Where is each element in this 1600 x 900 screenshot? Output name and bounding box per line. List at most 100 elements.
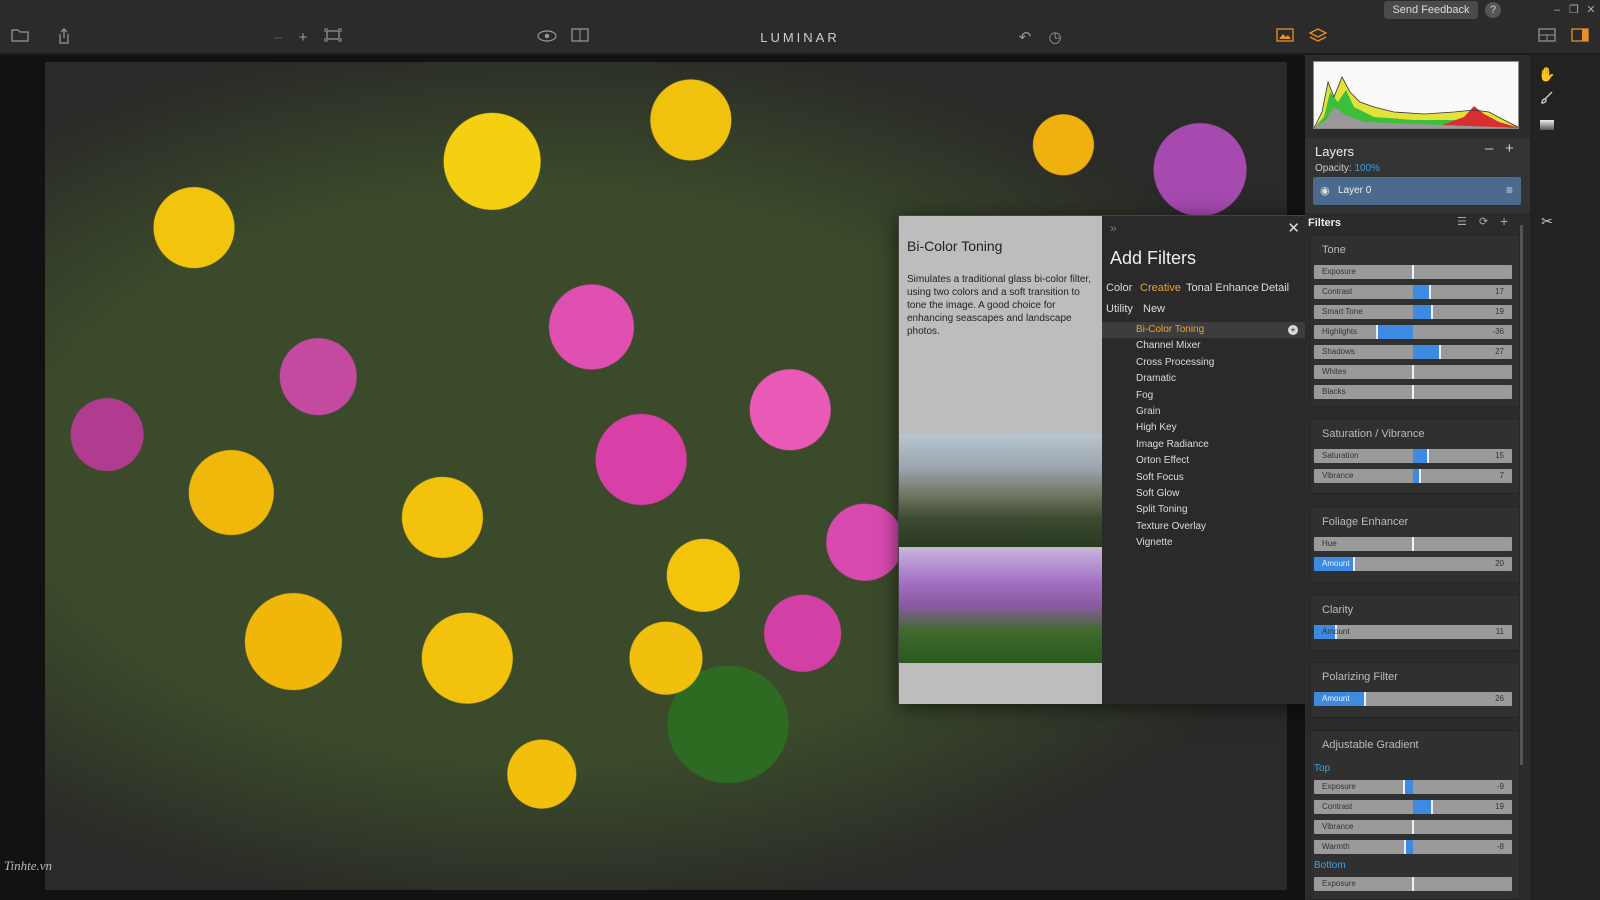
filter-item[interactable]: Dramatic [1102,371,1306,387]
image-icon[interactable] [1275,28,1295,48]
slider-exposure[interactable]: Exposure [1314,265,1512,279]
close-window-button[interactable]: ✕ [1584,3,1598,17]
compare-icon[interactable] [570,28,590,48]
filter-item[interactable]: Channel Mixer [1102,338,1306,354]
tab-utility[interactable]: Utility [1106,303,1133,315]
minus-icon[interactable]: – [268,28,288,48]
slider-thumb[interactable] [1412,877,1414,891]
slider-thumb[interactable] [1376,325,1378,339]
filter-group-title: Clarity [1322,604,1354,616]
slider-thumb[interactable] [1412,365,1414,379]
filter-item[interactable]: Split Toning [1102,502,1306,518]
slider-thumb[interactable] [1353,557,1355,571]
history-icon[interactable]: ◷ [1045,28,1065,48]
visibility-eye-icon[interactable]: ◉ [1320,184,1330,197]
add-layer-button[interactable]: + [1505,140,1514,157]
panel-icon[interactable] [1570,28,1590,48]
slider-shadows[interactable]: Shadows 27 [1314,345,1512,359]
slider-thumb[interactable] [1439,345,1441,359]
slider-thumb[interactable] [1412,537,1414,551]
slider-exposure[interactable]: Exposure [1314,877,1512,891]
slider-whites[interactable]: Whites [1314,365,1512,379]
preview-after-image [899,549,1102,663]
title-bar: Send Feedback ? – ❐ ✕ [0,0,1600,22]
filter-group-title: Polarizing Filter [1322,671,1398,683]
share-icon[interactable] [54,28,74,48]
slider-smart-tone[interactable]: Smart Tone 19 [1314,305,1512,319]
filter-item[interactable]: Soft Focus [1102,470,1306,486]
slider-thumb[interactable] [1364,692,1366,706]
slider-thumb[interactable] [1412,265,1414,279]
undo-icon[interactable]: ↶ [1015,28,1035,48]
gradient-icon[interactable] [1538,117,1556,135]
filter-item[interactable]: Vignette [1102,535,1306,551]
slider-contrast[interactable]: Contrast 17 [1314,285,1512,299]
slider-label: Amount [1322,694,1350,703]
opacity-value[interactable]: 100% [1354,163,1380,174]
panel-scrollbar[interactable] [1520,225,1523,765]
hand-icon[interactable]: ✋ [1538,65,1556,83]
slider-hue[interactable]: Hue [1314,537,1512,551]
slider-label: Warmth [1322,842,1350,851]
slider-thumb[interactable] [1427,449,1429,463]
slider-thumb[interactable] [1412,385,1414,399]
slider-fill [1377,325,1413,339]
remove-layer-button[interactable]: – [1485,140,1493,157]
slider-label: Contrast [1322,802,1353,811]
filter-item[interactable]: Grain [1102,404,1306,420]
slider-blacks[interactable]: Blacks [1314,385,1512,399]
slider-label: Exposure [1322,267,1356,276]
close-icon[interactable]: ✕ [1287,219,1300,237]
slider-thumb[interactable] [1412,820,1414,834]
layer-settings-icon[interactable]: ≡ [1506,183,1513,197]
layout-icon[interactable] [1537,28,1557,48]
layers-icon[interactable] [1308,28,1328,48]
slider-amount[interactable]: Amount 26 [1314,692,1512,706]
plus-icon[interactable]: + [293,28,313,48]
filter-item[interactable]: Soft Glow [1102,486,1306,502]
slider-vibrance[interactable]: Vibrance 7 [1314,469,1512,483]
tab-tonal-enhance[interactable]: Tonal Enhance [1186,282,1259,294]
tab-creative[interactable]: Creative [1140,282,1181,294]
slider-thumb[interactable] [1431,800,1433,814]
slider-exposure[interactable]: Exposure -9 [1314,780,1512,794]
send-feedback-button[interactable]: Send Feedback [1384,1,1478,19]
crop-icon[interactable]: ✂ [1538,212,1556,230]
slider-thumb[interactable] [1419,469,1421,483]
slider-warmth[interactable]: Warmth -8 [1314,840,1512,854]
filter-item[interactable]: Image Radiance [1102,437,1306,453]
slider-contrast[interactable]: Contrast 19 [1314,800,1512,814]
slider-thumb[interactable] [1431,305,1433,319]
slider-label: Exposure [1322,879,1356,888]
sort-icon[interactable]: ☰ [1457,215,1467,228]
slider-thumb[interactable] [1429,285,1431,299]
tab-detail[interactable]: Detail [1261,282,1289,294]
collapse-icon[interactable]: » [1110,221,1117,235]
slider-amount[interactable]: Amount 20 [1314,557,1512,571]
refresh-icon[interactable]: ⟳ [1479,215,1488,228]
brush-icon[interactable] [1538,91,1556,109]
help-button[interactable]: ? [1485,2,1501,18]
restore-button[interactable]: ❐ [1567,3,1581,17]
tab-color[interactable]: Color [1106,282,1132,294]
add-filter-button[interactable]: + [1500,213,1508,229]
slider-vibrance[interactable]: Vibrance [1314,820,1512,834]
slider-thumb[interactable] [1403,780,1405,794]
folder-icon[interactable] [10,28,30,48]
eye-icon[interactable] [537,28,557,48]
slider-amount[interactable]: Amount 11 [1314,625,1512,639]
slider-saturation[interactable]: Saturation 15 [1314,449,1512,463]
fit-screen-icon[interactable] [323,28,343,48]
minimize-button[interactable]: – [1550,3,1564,17]
filter-item[interactable]: Fog [1102,388,1306,404]
filter-item[interactable]: High Key [1102,420,1306,436]
layer-row[interactable]: ◉ Layer 0 ≡ [1313,177,1521,205]
slider-thumb[interactable] [1404,840,1406,854]
filter-item-bi-color-toning[interactable]: Bi-Color Toning + [1102,322,1306,339]
add-filter-icon[interactable]: + [1288,325,1298,335]
filter-item[interactable]: Cross Processing [1102,355,1306,371]
filter-item[interactable]: Orton Effect [1102,453,1306,469]
filter-item[interactable]: Texture Overlay [1102,519,1306,535]
slider-highlights[interactable]: Highlights -36 [1314,325,1512,339]
tab-new[interactable]: New [1143,303,1165,315]
